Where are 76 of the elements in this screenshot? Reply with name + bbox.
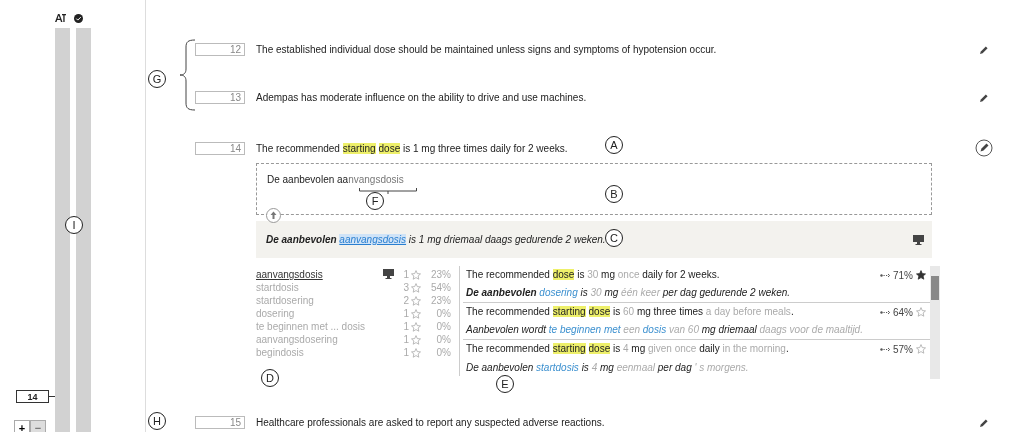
star-icon[interactable] — [411, 321, 421, 332]
scrollbar[interactable] — [930, 266, 940, 379]
overview-bar[interactable] — [76, 28, 91, 432]
match-score: 57% — [893, 344, 913, 356]
edit-icon[interactable] — [975, 139, 993, 157]
star-icon[interactable] — [916, 306, 926, 317]
match-source: The recommended dose is 30 mg once daily for 2 weeks. — [466, 269, 721, 282]
callout-label: B — [605, 185, 623, 203]
check-circle-icon[interactable] — [74, 14, 83, 23]
term-score: 54% — [430, 282, 451, 293]
term-count: 1 — [402, 269, 409, 280]
edit-icon[interactable] — [979, 92, 989, 103]
monitor-icon — [383, 268, 394, 279]
star-icon[interactable] — [411, 282, 421, 293]
star-icon[interactable] — [411, 334, 421, 345]
match-source: The recommended starting dose is 4 mg given once daily in the morning. — [466, 343, 790, 356]
term-option[interactable]: dosering — [256, 308, 381, 319]
link-icon — [880, 310, 890, 315]
source-text: Adempas has moderate influence on the ability to drive and use machines. — [256, 92, 588, 103]
match-score: 64% — [893, 307, 913, 318]
callout-label: A — [605, 136, 623, 154]
machine-translation: De aanbevolen aanvangsdosis is 1 mg driemaal daags gedurende 2 weken. — [266, 234, 606, 245]
term-count: 3 — [402, 282, 409, 293]
star-icon[interactable] — [916, 343, 926, 354]
callout-label: F — [366, 192, 384, 210]
segment-number: 15 — [195, 416, 245, 429]
match-target: De aanbevolen startdosis is 4 mg eenmaal per dag ' s morgens. — [466, 361, 750, 374]
term-score: 23% — [430, 269, 451, 280]
term-score: 0% — [435, 334, 451, 345]
segment-number: 13 — [195, 91, 245, 104]
term-score: 0% — [435, 347, 451, 358]
star-icon[interactable] — [411, 347, 421, 358]
star-icon[interactable] — [411, 295, 421, 306]
match-source: The recommended starting dose is 60 mg three times a day before meals. — [466, 306, 795, 319]
term-option[interactable]: startdosis — [256, 282, 381, 293]
term-option[interactable]: te beginnen met ... dosis — [256, 321, 381, 332]
term-score: 23% — [430, 295, 451, 306]
zoom-button[interactable]: − — [30, 420, 46, 432]
overview-bar[interactable] — [55, 28, 70, 432]
source-text: Healthcare professionals are asked to report any suspected adverse reactions. — [256, 417, 606, 428]
link-icon — [880, 273, 890, 278]
arrow-up-icon[interactable] — [266, 208, 281, 223]
callout-label: H — [148, 412, 166, 430]
term-count: 1 — [402, 308, 409, 319]
term-option[interactable]: begindosis — [256, 347, 381, 358]
callout-label: D — [261, 369, 279, 387]
star-icon[interactable] — [916, 269, 926, 280]
edit-icon[interactable] — [979, 417, 989, 428]
position-marker: 14 — [16, 390, 49, 403]
autocomplete-text[interactable]: nvangsdosis — [348, 174, 404, 185]
star-icon[interactable] — [411, 269, 421, 280]
callout-label: G — [148, 70, 166, 88]
link-icon — [880, 347, 890, 353]
term-count: 1 — [402, 334, 409, 345]
term-option[interactable]: startdosering — [256, 295, 381, 306]
term-option[interactable]: aanvangsdosering — [256, 334, 381, 345]
zoom-button[interactable]: + — [14, 420, 30, 432]
typed-text: De aanbevolen aa — [267, 174, 349, 185]
segment-number: 12 — [195, 43, 245, 56]
source-text: The established individual dose should be maintained unless signs and symptoms of hypotension occur. — [256, 44, 718, 55]
match-target: Aanbevolen wordt te beginnen met een dosis van 60 mg driemaal daags voor de maaltijd. — [466, 324, 864, 336]
star-icon[interactable] — [411, 308, 421, 319]
term-count: 1 — [402, 347, 409, 358]
term-score: 0% — [435, 321, 451, 332]
font-icon[interactable] — [55, 14, 66, 22]
term-score: 0% — [435, 308, 451, 319]
term-option[interactable]: aanvangsdosis — [256, 269, 381, 280]
match-target: De aanbevolen dosering is 30 mg één keer per dag gedurende 2 weken. — [466, 287, 792, 299]
edit-icon[interactable] — [979, 44, 989, 55]
match-score: 71% — [893, 270, 913, 281]
term-count: 1 — [402, 321, 409, 332]
bracket-line — [359, 188, 417, 194]
term-count: 2 — [402, 295, 409, 306]
segment-number: 14 — [195, 141, 245, 155]
monitor-icon — [913, 234, 924, 245]
callout-label: E — [496, 375, 514, 393]
